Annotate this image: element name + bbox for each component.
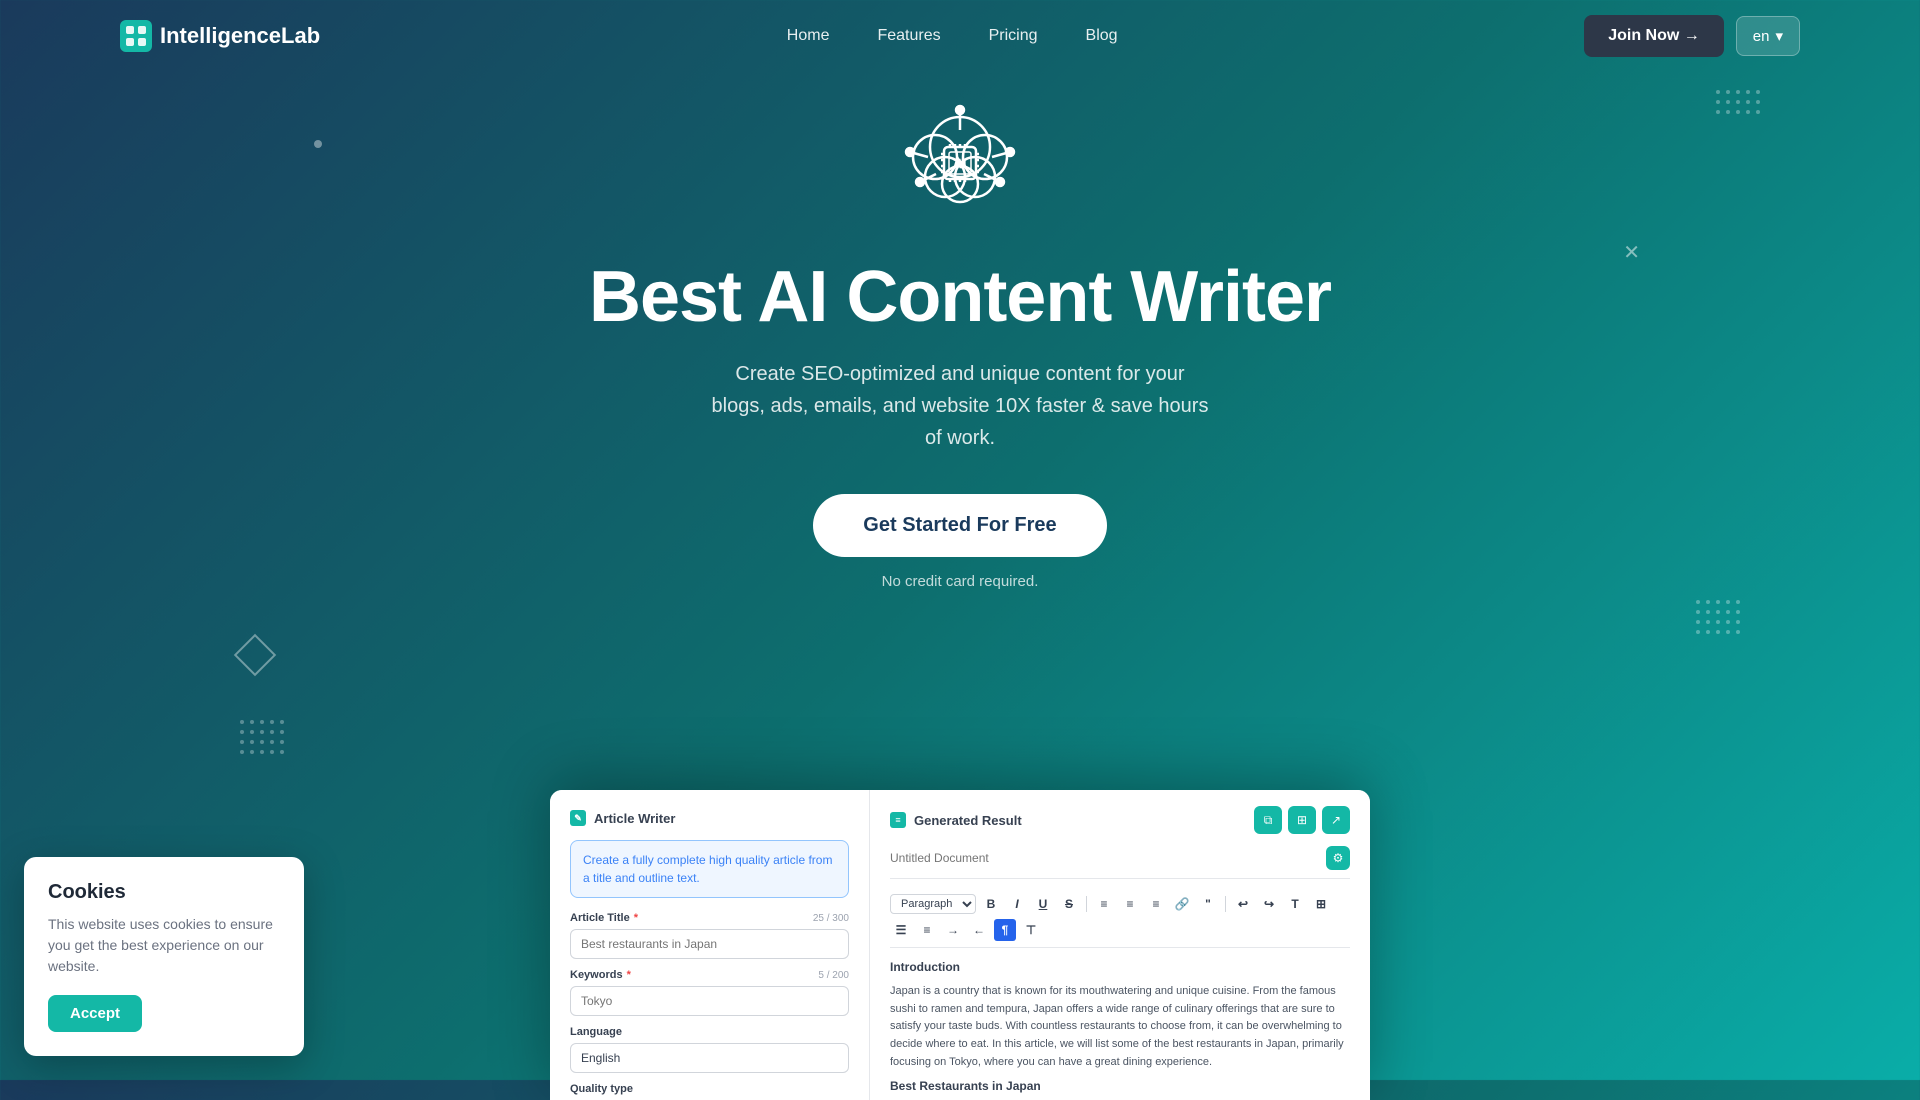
nav-pricing[interactable]: Pricing [989,27,1038,44]
outdent-button[interactable]: ← [968,919,990,941]
nav-blog[interactable]: Blog [1086,27,1118,44]
app-left-panel: ✎ Article Writer Create a fully complete… [550,790,870,1100]
svg-text:AI: AI [955,159,965,170]
article-writer-header: ✎ Article Writer [570,810,849,826]
result-header: ≡ Generated Result ⧉ ⊞ ↗ [890,806,1350,834]
format-clear-button[interactable]: ⊤ [1020,919,1042,941]
logo-text: IntelligenceLab [160,23,320,49]
lang-label: en [1753,28,1770,45]
logo[interactable]: IntelligenceLab [120,20,320,52]
keywords-field-label: Keywords * 5 / 200 [570,969,849,981]
article-title-input[interactable] [570,929,849,959]
decorative-diamond [234,634,276,676]
title-field-label: Article Title * 25 / 300 [570,912,849,924]
keywords-count: 5 / 200 [818,970,849,981]
join-now-button[interactable]: Join Now → [1584,15,1724,57]
table-button[interactable]: ⊞ [1310,893,1332,915]
article-content: Introduction Japan is a country that is … [890,958,1350,1100]
share-button[interactable]: ↗ [1322,806,1350,834]
app-preview: ✎ Article Writer Create a fully complete… [550,790,1370,1100]
intro-text: Japan is a country that is known for its… [890,983,1350,1071]
cookies-banner: Cookies This website uses cookies to ens… [24,857,304,1056]
italic-button[interactable]: I [1006,893,1028,915]
align-left-button[interactable]: ≡ [1093,893,1115,915]
download-button[interactable]: ⊞ [1288,806,1316,834]
generated-result-label: Generated Result [914,813,1022,828]
quote-button[interactable]: " [1197,893,1219,915]
title-count: 25 / 300 [813,913,849,924]
copy-button[interactable]: ⧉ [1254,806,1282,834]
pilcrow-button[interactable]: ¶ [994,919,1016,941]
nav-home[interactable]: Home [787,27,830,44]
result-icon: ≡ [890,812,906,828]
keywords-input[interactable] [570,986,849,1016]
more-button[interactable]: ≡ [916,919,938,941]
accept-cookies-button[interactable]: Accept [48,995,142,1032]
list-button[interactable]: ☰ [890,919,912,941]
bold-button[interactable]: B [980,893,1002,915]
doc-title-bar: ⚙ [890,846,1350,879]
document-title-input[interactable] [890,851,1326,865]
indent-button[interactable]: → [942,919,964,941]
article-writer-icon: ✎ [570,810,586,826]
underline-button[interactable]: U [1032,893,1054,915]
result-actions: ⧉ ⊞ ↗ [1254,806,1350,834]
close-icon[interactable]: ✕ [1623,240,1640,265]
paragraph-select[interactable]: Paragraph [890,894,976,914]
navbar: IntelligenceLab Home Features Pricing Bl… [0,0,1920,72]
format-button[interactable]: T [1284,893,1306,915]
language-field-label: Language [570,1026,849,1038]
doc-settings-button[interactable]: ⚙ [1326,846,1350,870]
hero-title: Best AI Content Writer [589,256,1331,338]
hero-subtitle: Create SEO-optimized and unique content … [710,358,1210,454]
intro-heading: Introduction [890,958,1350,977]
nav-links: Home Features Pricing Blog [787,27,1118,45]
get-started-button[interactable]: Get Started For Free [813,494,1106,557]
nav-right: Join Now → en ▾ [1584,15,1800,57]
language-selector[interactable]: en ▾ [1736,16,1800,56]
chevron-down-icon: ▾ [1775,27,1783,45]
cookies-text: This website uses cookies to ensure you … [48,914,280,977]
strikethrough-button[interactable]: S [1058,893,1080,915]
no-credit-text: No credit card required. [882,573,1039,590]
logo-icon [120,20,152,52]
quality-field-label: Quality type [570,1083,849,1095]
title-required: * [634,912,638,924]
toolbar-divider-2 [1225,896,1226,912]
nav-features[interactable]: Features [877,27,940,44]
redo-button[interactable]: ↪ [1258,893,1280,915]
section-heading: Best Restaurants in Japan [890,1077,1350,1096]
result-title: ≡ Generated Result [890,812,1022,828]
article-writer-label: Article Writer [594,811,675,826]
toolbar-divider [1086,896,1087,912]
hero-section: AI Best AI Content Writer Create SEO-opt… [0,72,1920,630]
editor-toolbar: Paragraph B I U S ≡ ≡ ≡ 🔗 " ↩ ↪ T ⊞ ☰ ≡ … [890,887,1350,948]
dot-grid-left [240,720,284,754]
language-select[interactable]: English [570,1043,849,1073]
app-right-panel: ≡ Generated Result ⧉ ⊞ ↗ ⚙ Paragraph B I… [870,790,1370,1100]
prompt-box: Create a fully complete high quality art… [570,840,849,898]
align-right-button[interactable]: ≡ [1145,893,1167,915]
cookies-title: Cookies [48,881,280,904]
ai-brain-icon: AI [890,92,1030,232]
align-center-button[interactable]: ≡ [1119,893,1141,915]
link-button[interactable]: 🔗 [1171,893,1193,915]
undo-button[interactable]: ↩ [1232,893,1254,915]
